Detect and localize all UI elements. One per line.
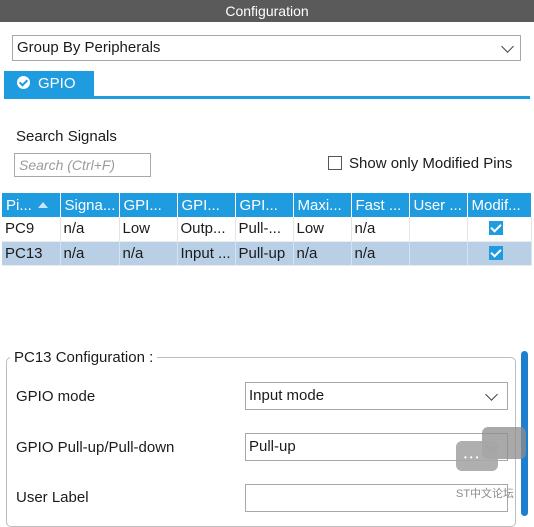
table-row[interactable]: PC13 n/a n/a Input ... Pull-up n/a n/a (2, 241, 532, 266)
group-by-value: Group By Peripherals (17, 39, 161, 56)
modified-cell (467, 241, 532, 266)
gpio-mode-cell: Outp... (177, 217, 236, 242)
sort-ascending-icon (37, 201, 48, 208)
user-label-label: User Label (16, 489, 89, 506)
tab-underline (4, 96, 530, 99)
gpio-mode-label: GPIO mode (16, 388, 96, 405)
gpio-mode-cell: Input ... (177, 241, 236, 266)
gpio-output-level-cell: n/a (119, 241, 178, 266)
window-title: Configuration (0, 0, 534, 22)
gpio-pull-cell: Pull-... (235, 217, 294, 242)
column-header[interactable]: GPI... (119, 193, 178, 217)
gpio-mode-value: Input mode (249, 387, 325, 404)
column-header[interactable]: GPI... (235, 193, 294, 217)
pin-cell: PC13 (2, 241, 61, 266)
gpio-mode-select[interactable]: Input mode (245, 382, 508, 410)
max-speed-cell: Low (293, 217, 352, 242)
column-header[interactable]: User ... (409, 193, 468, 217)
column-header[interactable]: Modif... (467, 193, 532, 217)
column-header[interactable]: GPI... (177, 193, 236, 217)
column-header[interactable]: Pi... (2, 193, 61, 217)
chevron-down-icon (501, 40, 514, 53)
check-circle-icon (17, 76, 30, 89)
search-input[interactable]: Search (Ctrl+F) (14, 153, 151, 177)
checkbox-icon[interactable] (328, 156, 342, 170)
search-signals-label: Search Signals (16, 128, 117, 145)
pin-cell: PC9 (2, 217, 61, 242)
gpio-output-level-cell: Low (119, 217, 178, 242)
user-label-cell (409, 241, 468, 266)
show-modified-pins-label: Show only Modified Pins (349, 155, 513, 172)
group-by-dropdown[interactable]: Group By Peripherals (12, 35, 521, 61)
tab-gpio[interactable]: GPIO (4, 71, 94, 96)
column-header[interactable]: Maxi... (293, 193, 352, 217)
column-header[interactable]: Signa... (60, 193, 120, 217)
modified-check-icon (488, 245, 503, 260)
show-modified-pins-toggle[interactable]: Show only Modified Pins (328, 155, 512, 172)
watermark-text: ST中文论坛 (456, 488, 515, 500)
forum-watermark: ••• ST中文论坛 (452, 425, 530, 505)
column-header[interactable]: Fast ... (351, 193, 410, 217)
gpio-pull-label: GPIO Pull-up/Pull-down (16, 439, 175, 456)
tab-gpio-label: GPIO (38, 75, 76, 92)
max-speed-cell: n/a (293, 241, 352, 266)
fast-mode-cell: n/a (351, 241, 410, 266)
pin-configuration-title: PC13 Configuration : (10, 349, 158, 366)
gpio-pull-cell: Pull-up (235, 241, 294, 266)
gpio-pull-value: Pull-up (249, 438, 296, 455)
signal-cell: n/a (60, 217, 120, 242)
modified-check-icon (488, 221, 503, 236)
table-row[interactable]: PC9 n/a Low Outp... Pull-... Low n/a (2, 217, 532, 242)
chevron-down-icon (485, 388, 498, 401)
pin-signals-table: Pi... Signa... GPI... GPI... GPI... Maxi… (2, 193, 532, 266)
user-label-cell (409, 217, 468, 242)
modified-cell (467, 217, 532, 242)
table-header-row: Pi... Signa... GPI... GPI... GPI... Maxi… (2, 193, 532, 217)
signal-cell: n/a (60, 241, 120, 266)
chat-dots: ••• (464, 453, 482, 462)
fast-mode-cell: n/a (351, 217, 410, 242)
